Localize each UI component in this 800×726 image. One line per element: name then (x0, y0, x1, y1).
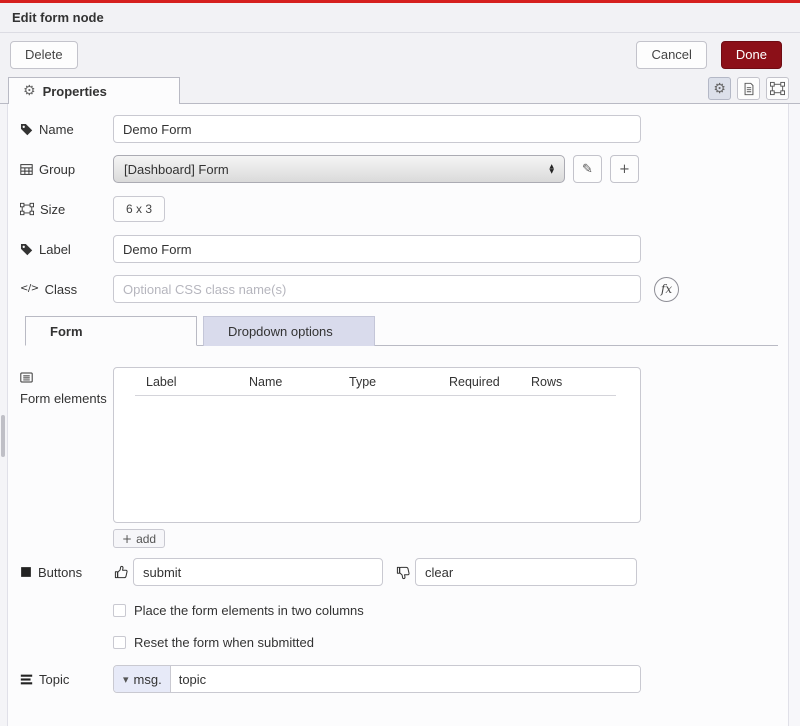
cancel-button[interactable]: Cancel (636, 41, 706, 69)
description-icon-button[interactable] (737, 77, 760, 100)
plus-icon: + (619, 163, 630, 176)
label-row: Label (20, 235, 788, 263)
form-elements-label: Form elements (20, 371, 113, 407)
object-size-icon (20, 202, 34, 216)
thumbs-down-icon (395, 565, 411, 580)
group-label: Group (20, 161, 113, 178)
form-sub-tabs: Form Dropdown options (25, 316, 778, 346)
pencil-icon: ✎ (582, 163, 593, 176)
editor-tab-icons: ⚙ (708, 77, 800, 100)
buttons-row: Buttons (20, 558, 788, 586)
form-elements-section: Form elements Label Name Type Required R… (20, 367, 788, 548)
group-select-value: [Dashboard] Form (124, 162, 549, 177)
dialog-title: Edit form node (12, 10, 104, 25)
properties-form: Name Group [Dashboard] Form ▲▼ (8, 104, 788, 726)
tasks-icon (20, 673, 33, 686)
buttons-label: Buttons (20, 564, 113, 581)
square-icon (20, 566, 32, 578)
topic-label: Topic (20, 671, 113, 688)
right-scrollbar-track (788, 104, 800, 726)
class-row: </> Class fx (20, 275, 788, 303)
group-row: Group [Dashboard] Form ▲▼ ✎ + (20, 155, 788, 183)
size-button[interactable]: 6 x 3 (113, 196, 165, 222)
col-type: Type (349, 375, 376, 389)
list-alt-icon (20, 371, 33, 384)
tab-form[interactable]: Form (25, 316, 197, 346)
done-button[interactable]: Done (721, 41, 782, 69)
name-row: Name (20, 115, 788, 143)
form-elements-box: Label Name Type Required Rows + add (113, 367, 641, 548)
name-label: Name (20, 121, 113, 138)
gear-icon: ⚙ (23, 84, 36, 98)
table-icon (20, 163, 33, 176)
class-input[interactable] (113, 275, 641, 303)
fx-icon: fx (661, 282, 672, 296)
reset-option[interactable]: Reset the form when submitted (113, 635, 788, 650)
form-elements-table: Label Name Type Required Rows (113, 367, 641, 523)
col-label: Label (146, 375, 177, 389)
delete-button[interactable]: Delete (10, 41, 78, 69)
add-group-button[interactable]: + (610, 155, 639, 183)
dialog-body: Name Group [Dashboard] Form ▲▼ (0, 104, 800, 726)
edit-form-node-dialog: Edit form node Delete Cancel Done ⚙ Prop… (0, 0, 800, 726)
caret-down-icon: ▾ (123, 674, 129, 685)
object-group-icon (770, 81, 785, 96)
dialog-toolbar: Delete Cancel Done (0, 33, 800, 76)
plus-icon: + (122, 533, 132, 545)
appearance-icon-button[interactable] (766, 77, 789, 100)
left-scrollbar-track (0, 104, 8, 726)
tab-properties[interactable]: ⚙ Properties (8, 77, 180, 104)
reset-label: Reset the form when submitted (134, 635, 314, 650)
clear-button-input[interactable] (415, 558, 637, 586)
scrollbar-thumb[interactable] (1, 415, 5, 457)
edit-group-button[interactable]: ✎ (573, 155, 602, 183)
col-name: Name (249, 375, 282, 389)
reset-checkbox[interactable] (113, 636, 126, 649)
gear-icon: ⚙ (713, 82, 726, 96)
size-row: Size 6 x 3 (20, 195, 788, 223)
size-label: Size (20, 201, 113, 218)
thumbs-up-icon (113, 565, 129, 580)
tab-dropdown-options[interactable]: Dropdown options (203, 316, 375, 346)
topic-input[interactable] (171, 666, 640, 692)
topic-typed-input: ▾ msg. (113, 665, 641, 693)
expression-button[interactable]: fx (654, 277, 679, 302)
topic-row: Topic ▾ msg. (20, 665, 788, 693)
label-label: Label (20, 241, 113, 258)
editor-tabbar: ⚙ Properties ⚙ (0, 76, 800, 104)
topic-type-button[interactable]: ▾ msg. (114, 666, 171, 692)
dialog-header: Edit form node (0, 3, 800, 33)
topic-type-label: msg. (134, 672, 162, 687)
header-rule (135, 395, 616, 396)
code-icon: </> (20, 284, 39, 294)
select-arrows-icon: ▲▼ (549, 164, 554, 174)
two-columns-checkbox[interactable] (113, 604, 126, 617)
add-element-button[interactable]: + add (113, 529, 165, 548)
properties-icon-button[interactable]: ⚙ (708, 77, 731, 100)
document-icon (742, 82, 756, 96)
name-input[interactable] (113, 115, 641, 143)
group-select[interactable]: [Dashboard] Form ▲▼ (113, 155, 565, 183)
submit-button-input[interactable] (133, 558, 383, 586)
col-rows: Rows (531, 375, 562, 389)
tag-icon (20, 243, 33, 256)
tag-icon (20, 123, 33, 136)
two-columns-label: Place the form elements in two columns (134, 603, 364, 618)
class-label: </> Class (20, 281, 113, 298)
col-required: Required (449, 375, 500, 389)
tab-properties-label: Properties (43, 84, 107, 99)
label-input[interactable] (113, 235, 641, 263)
two-columns-option[interactable]: Place the form elements in two columns (113, 603, 788, 618)
